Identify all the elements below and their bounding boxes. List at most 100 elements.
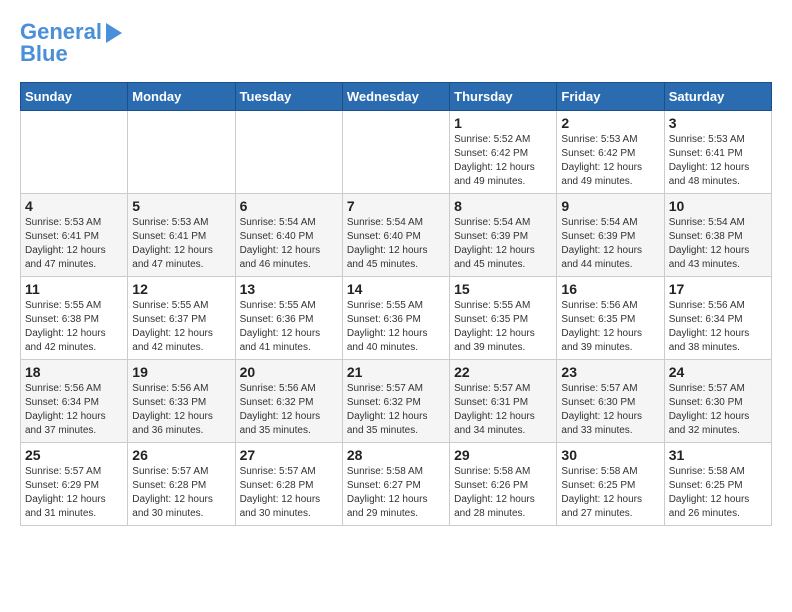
logo: General Blue — [20, 20, 122, 66]
day-number: 21 — [347, 364, 445, 380]
calendar-week-3: 11 Sunrise: 5:55 AM Sunset: 6:38 PM Dayli… — [21, 277, 772, 360]
day-number: 3 — [669, 115, 767, 131]
day-number: 23 — [561, 364, 659, 380]
calendar-cell — [342, 111, 449, 194]
day-info: Sunrise: 5:52 AM Sunset: 6:42 PM Dayligh… — [454, 133, 552, 189]
day-number: 22 — [454, 364, 552, 380]
calendar-cell: 11 Sunrise: 5:55 AM Sunset: 6:38 PM Dayli… — [21, 277, 128, 360]
calendar-cell: 13Sunrise: 5:55 AM Sunset: 6:36 PM Dayli… — [235, 277, 342, 360]
day-number: 24 — [669, 364, 767, 380]
calendar-cell: 1 Sunrise: 5:52 AM Sunset: 6:42 PM Daylig… — [450, 111, 557, 194]
day-number: 9 — [561, 198, 659, 214]
day-info: Sunrise: 5:57 AM Sunset: 6:29 PM Dayligh… — [25, 465, 123, 521]
day-info: Sunrise: 5:57 AM Sunset: 6:32 PM Dayligh… — [347, 382, 445, 438]
day-info: Sunrise: 5:58 AM Sunset: 6:25 PM Dayligh… — [561, 465, 659, 521]
calendar-header-row: SundayMondayTuesdayWednesdayThursdayFrid… — [21, 83, 772, 111]
day-info: Sunrise: 5:53 AM Sunset: 6:41 PM Dayligh… — [132, 216, 230, 272]
day-number: 13 — [240, 281, 338, 297]
logo-arrow-icon — [106, 23, 122, 43]
calendar-week-2: 4 Sunrise: 5:53 AM Sunset: 6:41 PM Daylig… — [21, 194, 772, 277]
calendar-cell: 3 Sunrise: 5:53 AM Sunset: 6:41 PM Daylig… — [664, 111, 771, 194]
calendar-cell: 9 Sunrise: 5:54 AM Sunset: 6:39 PM Daylig… — [557, 194, 664, 277]
calendar-week-5: 25Sunrise: 5:57 AM Sunset: 6:29 PM Dayli… — [21, 443, 772, 526]
day-number: 1 — [454, 115, 552, 131]
column-header-monday: Monday — [128, 83, 235, 111]
column-header-wednesday: Wednesday — [342, 83, 449, 111]
day-info: Sunrise: 5:54 AM Sunset: 6:40 PM Dayligh… — [240, 216, 338, 272]
calendar-cell: 2 Sunrise: 5:53 AM Sunset: 6:42 PM Daylig… — [557, 111, 664, 194]
calendar-cell: 10Sunrise: 5:54 AM Sunset: 6:38 PM Dayli… — [664, 194, 771, 277]
day-info: Sunrise: 5:56 AM Sunset: 6:34 PM Dayligh… — [669, 299, 767, 355]
column-header-tuesday: Tuesday — [235, 83, 342, 111]
day-number: 5 — [132, 198, 230, 214]
calendar-week-4: 18 Sunrise: 5:56 AM Sunset: 6:34 PM Dayli… — [21, 360, 772, 443]
calendar-table: SundayMondayTuesdayWednesdayThursdayFrid… — [20, 82, 772, 526]
calendar-cell: 21 Sunrise: 5:57 AM Sunset: 6:32 PM Dayli… — [342, 360, 449, 443]
day-number: 18 — [25, 364, 123, 380]
day-number: 15 — [454, 281, 552, 297]
day-number: 12 — [132, 281, 230, 297]
calendar-cell: 5 Sunrise: 5:53 AM Sunset: 6:41 PM Daylig… — [128, 194, 235, 277]
day-info: Sunrise: 5:57 AM Sunset: 6:28 PM Dayligh… — [240, 465, 338, 521]
day-number: 19 — [132, 364, 230, 380]
calendar-cell: 20Sunrise: 5:56 AM Sunset: 6:32 PM Dayli… — [235, 360, 342, 443]
calendar-week-1: 1 Sunrise: 5:52 AM Sunset: 6:42 PM Daylig… — [21, 111, 772, 194]
day-number: 7 — [347, 198, 445, 214]
calendar-cell: 19Sunrise: 5:56 AM Sunset: 6:33 PM Dayli… — [128, 360, 235, 443]
day-info: Sunrise: 5:58 AM Sunset: 6:25 PM Dayligh… — [669, 465, 767, 521]
day-number: 17 — [669, 281, 767, 297]
calendar-cell: 15 Sunrise: 5:55 AM Sunset: 6:35 PM Dayli… — [450, 277, 557, 360]
day-info: Sunrise: 5:58 AM Sunset: 6:26 PM Dayligh… — [454, 465, 552, 521]
day-info: Sunrise: 5:53 AM Sunset: 6:41 PM Dayligh… — [669, 133, 767, 189]
day-number: 4 — [25, 198, 123, 214]
calendar-cell: 31Sunrise: 5:58 AM Sunset: 6:25 PM Dayli… — [664, 443, 771, 526]
day-info: Sunrise: 5:55 AM Sunset: 6:35 PM Dayligh… — [454, 299, 552, 355]
calendar-cell: 12 Sunrise: 5:55 AM Sunset: 6:37 PM Dayli… — [128, 277, 235, 360]
day-number: 14 — [347, 281, 445, 297]
calendar-cell: 8Sunrise: 5:54 AM Sunset: 6:39 PM Daylig… — [450, 194, 557, 277]
day-number: 27 — [240, 447, 338, 463]
day-info: Sunrise: 5:57 AM Sunset: 6:30 PM Dayligh… — [669, 382, 767, 438]
day-number: 16 — [561, 281, 659, 297]
calendar-cell: 28Sunrise: 5:58 AM Sunset: 6:27 PM Dayli… — [342, 443, 449, 526]
calendar-cell: 25Sunrise: 5:57 AM Sunset: 6:29 PM Dayli… — [21, 443, 128, 526]
column-header-thursday: Thursday — [450, 83, 557, 111]
page-header: General Blue — [20, 20, 772, 66]
calendar-cell: 29 Sunrise: 5:58 AM Sunset: 6:26 PM Dayli… — [450, 443, 557, 526]
day-info: Sunrise: 5:53 AM Sunset: 6:41 PM Dayligh… — [25, 216, 123, 272]
day-info: Sunrise: 5:57 AM Sunset: 6:30 PM Dayligh… — [561, 382, 659, 438]
calendar-cell: 16Sunrise: 5:56 AM Sunset: 6:35 PM Dayli… — [557, 277, 664, 360]
day-info: Sunrise: 5:56 AM Sunset: 6:34 PM Dayligh… — [25, 382, 123, 438]
calendar-cell: 6 Sunrise: 5:54 AM Sunset: 6:40 PM Daylig… — [235, 194, 342, 277]
calendar-cell: 27 Sunrise: 5:57 AM Sunset: 6:28 PM Dayli… — [235, 443, 342, 526]
day-info: Sunrise: 5:57 AM Sunset: 6:31 PM Dayligh… — [454, 382, 552, 438]
day-number: 8 — [454, 198, 552, 214]
day-number: 30 — [561, 447, 659, 463]
calendar-cell — [128, 111, 235, 194]
day-number: 6 — [240, 198, 338, 214]
day-number: 10 — [669, 198, 767, 214]
day-info: Sunrise: 5:58 AM Sunset: 6:27 PM Dayligh… — [347, 465, 445, 521]
day-number: 20 — [240, 364, 338, 380]
calendar-cell: 22 Sunrise: 5:57 AM Sunset: 6:31 PM Dayli… — [450, 360, 557, 443]
day-number: 29 — [454, 447, 552, 463]
calendar-cell — [21, 111, 128, 194]
day-number: 26 — [132, 447, 230, 463]
column-header-friday: Friday — [557, 83, 664, 111]
calendar-cell — [235, 111, 342, 194]
calendar-cell: 4 Sunrise: 5:53 AM Sunset: 6:41 PM Daylig… — [21, 194, 128, 277]
day-info: Sunrise: 5:55 AM Sunset: 6:36 PM Dayligh… — [347, 299, 445, 355]
calendar-cell: 17 Sunrise: 5:56 AM Sunset: 6:34 PM Dayli… — [664, 277, 771, 360]
day-info: Sunrise: 5:55 AM Sunset: 6:37 PM Dayligh… — [132, 299, 230, 355]
day-info: Sunrise: 5:57 AM Sunset: 6:28 PM Dayligh… — [132, 465, 230, 521]
column-header-saturday: Saturday — [664, 83, 771, 111]
calendar-cell: 18 Sunrise: 5:56 AM Sunset: 6:34 PM Dayli… — [21, 360, 128, 443]
calendar-cell: 23 Sunrise: 5:57 AM Sunset: 6:30 PM Dayli… — [557, 360, 664, 443]
logo-blue: Blue — [20, 42, 68, 66]
day-info: Sunrise: 5:55 AM Sunset: 6:38 PM Dayligh… — [25, 299, 123, 355]
calendar-cell: 14 Sunrise: 5:55 AM Sunset: 6:36 PM Dayli… — [342, 277, 449, 360]
day-number: 11 — [25, 281, 123, 297]
day-info: Sunrise: 5:54 AM Sunset: 6:39 PM Dayligh… — [561, 216, 659, 272]
day-info: Sunrise: 5:53 AM Sunset: 6:42 PM Dayligh… — [561, 133, 659, 189]
day-number: 2 — [561, 115, 659, 131]
